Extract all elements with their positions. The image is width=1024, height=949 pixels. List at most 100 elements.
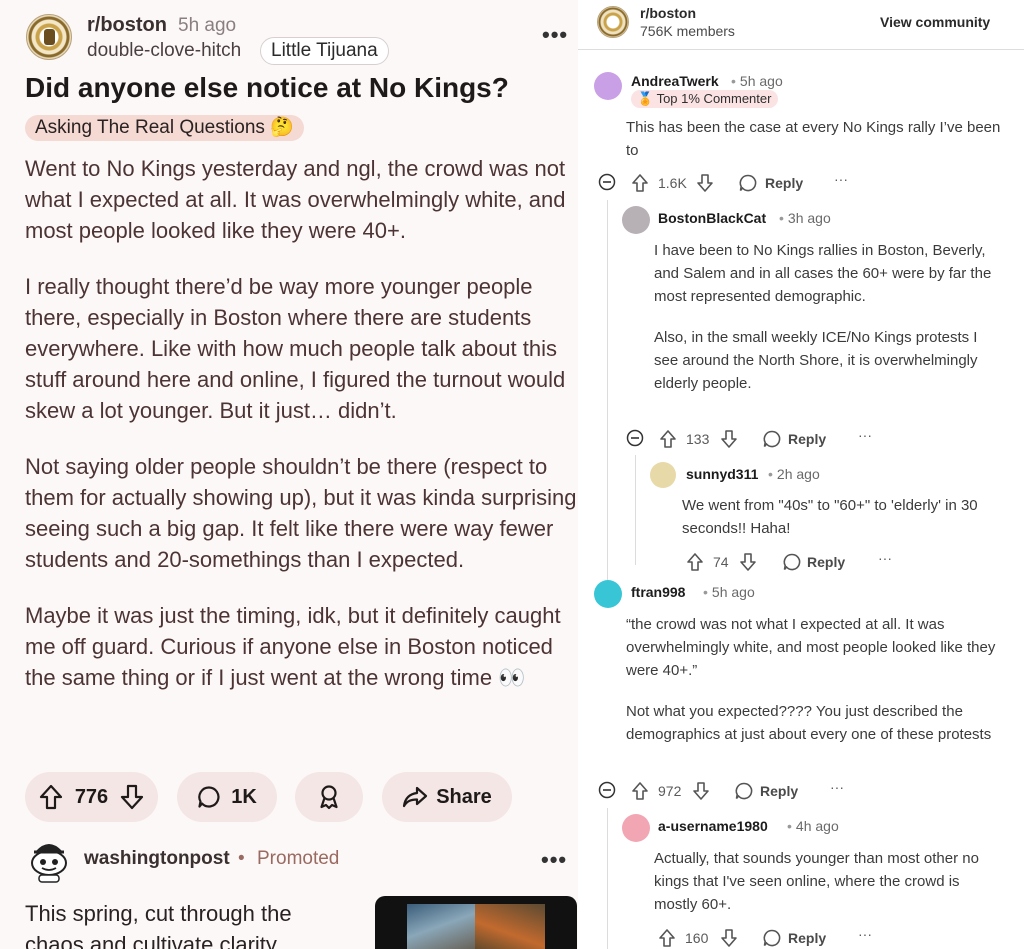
post-author[interactable]: double-clove-hitch [87,40,241,62]
more-options-icon[interactable]: ••• [542,22,568,48]
comment-author[interactable]: sunnyd311 [686,466,758,482]
community-avatar[interactable] [597,6,629,38]
vote-count: 74 [713,554,729,570]
reply-button[interactable]: Reply [765,175,803,191]
thread-line [635,455,636,565]
reply-button[interactable]: Reply [788,930,826,946]
collapse-icon[interactable] [598,781,616,802]
comment-body: We went from "40s" to "60+" to 'elderly'… [682,497,978,537]
thread-line [607,808,608,949]
comment-body: This has been the case at every No Kings… [626,119,1001,159]
more-options-icon[interactable]: ··· [858,926,872,942]
downvote-icon[interactable] [696,173,714,196]
comment-body: I have been to No Kings rallies in Bosto… [654,239,994,413]
more-options-icon[interactable]: ··· [878,550,892,566]
comments-panel: r/boston 756K members View community And… [578,0,1024,949]
upvote-icon[interactable] [631,781,649,804]
reply-icon[interactable] [734,781,754,804]
upvote-icon[interactable] [686,552,704,575]
reply-button[interactable]: Reply [788,431,826,447]
more-options-icon[interactable]: ··· [834,171,848,187]
comment-paragraph: Also, in the small weekly ICE/No Kings p… [654,329,978,392]
award-icon [317,784,341,810]
upvote-icon[interactable] [39,784,63,810]
comment-actions: 133 Reply ··· [626,427,926,452]
vote-count: 972 [658,783,682,799]
comment-author[interactable]: BostonBlackCat [658,210,766,226]
community-header: r/boston 756K members View community [578,0,1024,50]
comment-age: • 5h ago [731,73,783,89]
avatar[interactable] [594,580,622,608]
post-header: r/boston 5h ago double-clove-hitch Littl… [26,12,571,68]
vote-count: 776 [74,785,109,808]
avatar[interactable] [594,72,622,100]
upvote-icon[interactable] [659,429,677,452]
post-paragraph: Went to No Kings yesterday and ngl, the … [25,156,566,243]
comment-age: • 5h ago [703,584,755,600]
share-icon [402,785,428,809]
subreddit-avatar[interactable] [26,14,72,60]
downvote-icon[interactable] [692,781,710,804]
member-count: 756K members [640,23,735,39]
promoted-label: Promoted [257,848,340,869]
post-paragraph: I really thought there’d be way more you… [25,274,566,423]
reply-icon[interactable] [738,173,758,196]
avatar[interactable] [650,462,676,488]
reply-button[interactable]: Reply [760,783,798,799]
promo-image[interactable] [375,896,577,949]
award-button[interactable] [295,772,363,822]
comment-icon [197,785,221,809]
avatar[interactable] [622,814,650,842]
post-panel: r/boston 5h ago double-clove-hitch Littl… [0,0,578,949]
comment-age: • 2h ago [768,466,820,482]
comment-paragraph: I have been to No Kings rallies in Bosto… [654,242,992,305]
comment-actions: 1.6K Reply ··· [598,171,898,196]
post-flair[interactable]: Asking The Real Questions 🤔 [25,115,304,141]
avatar[interactable] [622,206,650,234]
promoted-post[interactable]: washingtonpost • Promoted ••• This sprin… [25,835,577,949]
advertiser-name[interactable]: washingtonpost [84,848,230,870]
more-options-icon[interactable]: ··· [858,427,872,443]
more-options-icon[interactable]: ••• [541,847,567,873]
downvote-icon[interactable] [720,928,738,949]
subreddit-name[interactable]: r/boston [87,14,167,37]
vote-count: 160 [685,930,709,946]
user-flair: Little Tijuana [260,37,389,65]
collapse-icon[interactable] [626,429,644,450]
vote-count: 133 [686,431,710,447]
separator-dot: • [238,848,245,869]
comment-actions: 74 Reply ··· [686,550,986,575]
more-options-icon[interactable]: ··· [830,779,844,795]
comments-button[interactable]: 1K [177,772,277,822]
share-label: Share [436,785,492,808]
comment-author[interactable]: AndreaTwerk [631,73,719,89]
collapse-icon[interactable] [598,173,616,194]
upvote-icon[interactable] [658,928,676,949]
comment-paragraph: “the crowd was not what I expected at al… [626,616,996,679]
downvote-icon[interactable] [120,784,144,810]
reply-icon[interactable] [762,429,782,452]
downvote-icon[interactable] [739,552,757,575]
comment-author[interactable]: ftran998 [631,584,685,600]
comment-count: 1K [231,785,257,808]
reply-icon[interactable] [782,552,802,575]
post-body: Went to No Kings yesterday and ngl, the … [25,153,578,718]
comment-body: “the crowd was not what I expected at al… [626,613,1011,764]
post-age: 5h ago [178,15,237,36]
upvote-icon[interactable] [631,173,649,196]
comment-paragraph: Not what you expected???? You just descr… [626,703,992,743]
comment-author[interactable]: a-username1980 [658,818,768,834]
comment-age: • 3h ago [779,210,831,226]
reply-icon[interactable] [762,928,782,949]
vote-count: 1.6K [658,175,687,191]
advertiser-avatar[interactable] [25,835,73,883]
thread-line [607,200,608,582]
share-button[interactable]: Share [382,772,512,822]
downvote-icon[interactable] [720,429,738,452]
community-name[interactable]: r/boston [640,5,696,21]
reply-button[interactable]: Reply [807,554,845,570]
view-community-button[interactable]: View community [870,9,1000,35]
post-paragraph: Not saying older people shouldn’t be the… [25,454,577,572]
post-paragraph: Maybe it was just the timing, idk, but i… [25,603,561,690]
comment-age: • 4h ago [787,818,839,834]
